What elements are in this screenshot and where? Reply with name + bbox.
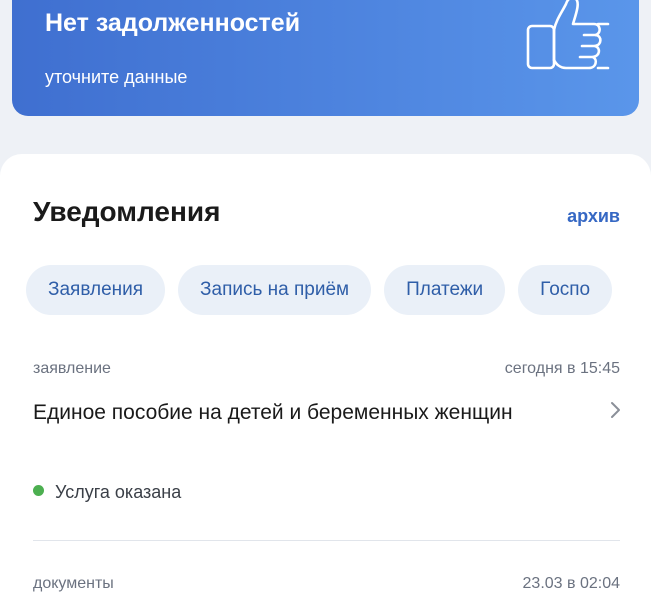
archive-link[interactable]: архив: [567, 206, 620, 227]
thumbs-up-icon: [526, 0, 610, 70]
chip-appointments[interactable]: Запись на приём: [178, 265, 372, 315]
notification-title[interactable]: Единое пособие на детей и беременных жен…: [33, 397, 533, 429]
banner-subtitle[interactable]: уточните данные: [45, 67, 187, 88]
notifications-card: Уведомления архив Заявления Запись на при…: [0, 154, 651, 614]
notification-time: 23.03 в 02:04: [522, 575, 620, 592]
status-label: Услуга оказана: [55, 482, 182, 502]
status-dot: [33, 485, 44, 496]
notification-status: Услуга оказана: [33, 482, 181, 503]
chevron-right-icon[interactable]: [609, 401, 621, 419]
debt-status-banner[interactable]: Нет задолженностей уточните данные: [12, 0, 639, 116]
banner-title: Нет задолженностей: [45, 9, 301, 37]
chip-gov-services[interactable]: Госпо: [518, 265, 613, 315]
notification-time: сегодня в 15:45: [504, 360, 620, 377]
notification-category: документы: [33, 575, 114, 592]
divider: [33, 540, 620, 541]
chip-applications[interactable]: Заявления: [26, 265, 166, 315]
notifications-title: Уведомления: [33, 196, 221, 227]
notification-category: заявление: [33, 360, 111, 377]
chip-payments[interactable]: Платежи: [384, 265, 506, 315]
filter-chips: Заявления Запись на приём Платежи Госпо: [26, 265, 651, 315]
